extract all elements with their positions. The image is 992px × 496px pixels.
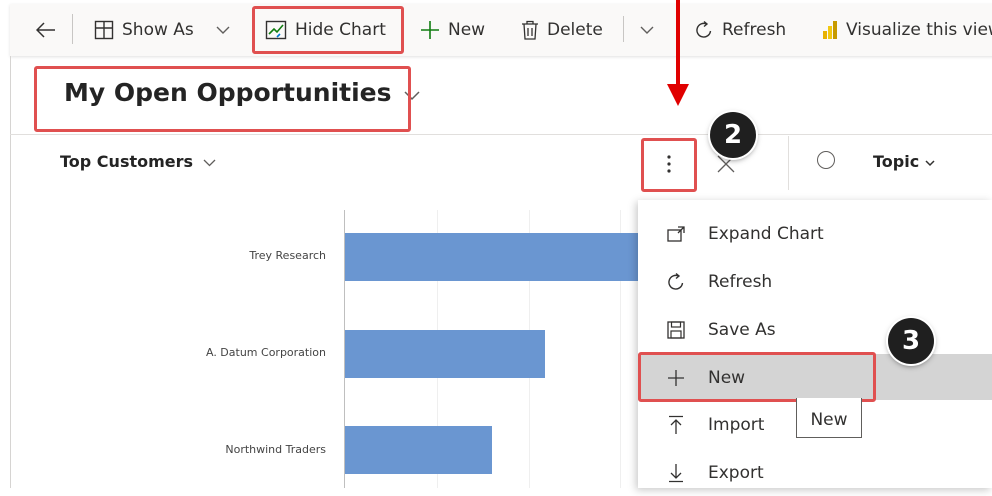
separator xyxy=(623,16,624,42)
topic-label: Topic xyxy=(873,152,920,171)
chevron-down-icon xyxy=(216,26,230,35)
category-label: A. Datum Corporation xyxy=(205,346,326,359)
highlight-more-options xyxy=(641,138,697,192)
highlight-new-menu-item xyxy=(638,352,876,402)
refresh-label: Refresh xyxy=(722,20,787,40)
category-label: Northwind Traders xyxy=(225,443,326,456)
step-badge-2: 2 xyxy=(710,112,756,158)
visualize-label: Visualize this view xyxy=(846,20,992,40)
menu-item-label: Save As xyxy=(708,319,776,340)
show-as-label: Show As xyxy=(122,20,194,40)
export-icon xyxy=(666,463,686,483)
visualize-view-button[interactable]: Visualize this view xyxy=(822,4,992,56)
menu-item-save-as[interactable]: Save As xyxy=(638,306,992,353)
chevron-down-icon xyxy=(925,152,935,171)
separator xyxy=(72,14,73,44)
refresh-icon xyxy=(666,272,686,292)
divider xyxy=(10,134,992,135)
plus-icon xyxy=(420,20,440,40)
back-arrow-icon xyxy=(36,22,56,38)
new-label: New xyxy=(448,20,486,40)
chevron-down-icon xyxy=(203,152,216,171)
chart-bar[interactable] xyxy=(345,426,492,474)
chart-selector[interactable]: Top Customers xyxy=(60,152,216,171)
refresh-button[interactable]: Refresh xyxy=(694,4,786,56)
trash-icon xyxy=(521,20,539,40)
show-as-icon xyxy=(94,20,114,40)
menu-item-expand-chart[interactable]: Expand Chart xyxy=(638,210,992,257)
highlight-view-title xyxy=(34,66,411,132)
menu-item-export[interactable]: Export xyxy=(638,449,992,496)
chart-bar[interactable] xyxy=(345,330,545,378)
more-commands-dropdown[interactable] xyxy=(640,4,654,56)
column-header-topic[interactable]: Topic xyxy=(873,152,935,171)
menu-item-label: Refresh xyxy=(708,271,773,292)
step-badge-3: 3 xyxy=(888,318,934,364)
red-arrow-annotation xyxy=(667,0,689,106)
expand-icon xyxy=(666,225,686,242)
page-frame-line xyxy=(10,56,11,488)
chart-options-menu: Expand Chart Refresh Save As New Import … xyxy=(638,200,992,488)
tooltip: New xyxy=(796,398,862,438)
power-bi-icon xyxy=(822,20,838,40)
menu-item-refresh[interactable]: Refresh xyxy=(638,258,992,305)
delete-label: Delete xyxy=(547,20,603,40)
menu-item-label: Export xyxy=(708,462,764,483)
import-icon xyxy=(666,415,686,435)
select-all-radio[interactable] xyxy=(817,151,835,169)
delete-button[interactable]: Delete xyxy=(521,4,603,56)
refresh-icon xyxy=(694,20,714,40)
column-separator xyxy=(788,136,789,190)
chart-bar[interactable] xyxy=(345,233,641,281)
new-button[interactable]: New xyxy=(420,4,485,56)
menu-item-label: Import xyxy=(708,414,765,435)
menu-item-label: Expand Chart xyxy=(708,223,824,244)
chart-name: Top Customers xyxy=(60,152,194,171)
show-as-button[interactable]: Show As xyxy=(94,4,230,56)
chevron-down-icon xyxy=(640,26,654,35)
category-label: Trey Research xyxy=(249,249,326,262)
highlight-hide-chart xyxy=(252,6,404,54)
save-icon xyxy=(666,320,686,339)
back-button[interactable] xyxy=(36,4,56,56)
